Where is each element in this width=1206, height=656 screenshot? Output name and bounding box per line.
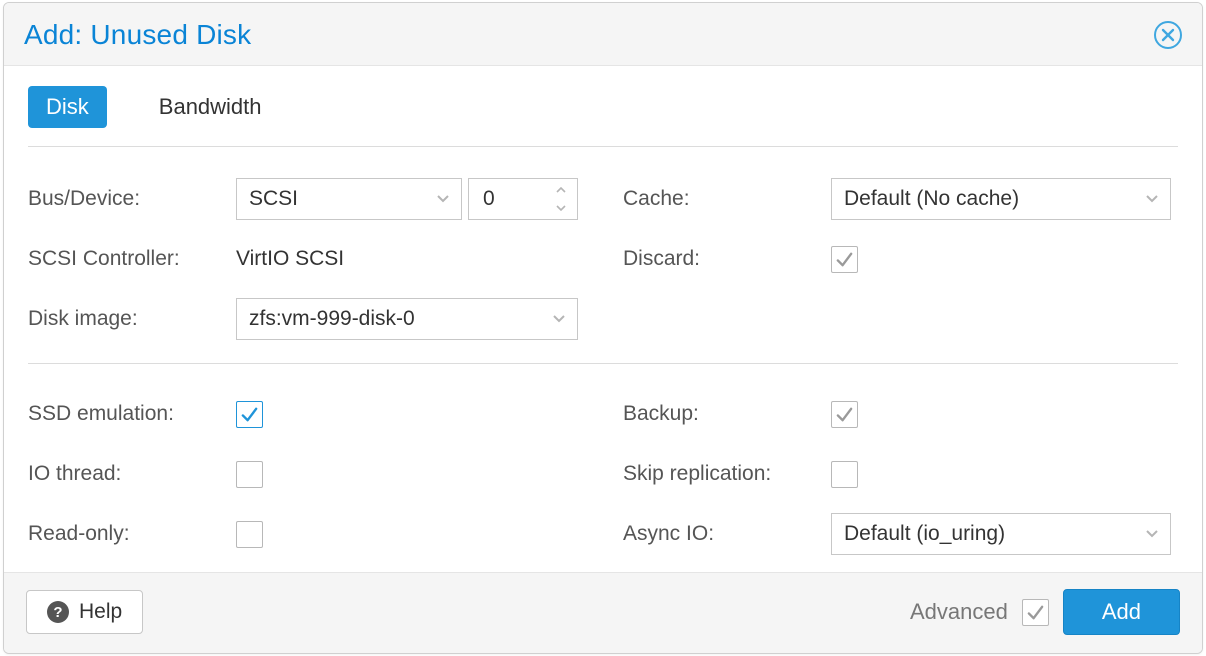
read-only-checkbox[interactable] xyxy=(236,521,263,548)
footer-right: Advanced Add xyxy=(910,589,1180,635)
row-scsi-controller: SCSI Controller: VirtIO SCSI xyxy=(28,229,583,289)
label-io-thread: IO thread: xyxy=(28,462,236,486)
disk-image-select[interactable]: zfs:vm-999-disk-0 xyxy=(236,298,578,340)
ssd-emulation-checkbox[interactable] xyxy=(236,401,263,428)
check-icon xyxy=(1026,603,1045,622)
label-async-io: Async IO: xyxy=(623,522,831,546)
chevron-down-icon xyxy=(425,179,461,219)
cache-select[interactable]: Default (No cache) xyxy=(831,178,1171,220)
dialog-title: Add: Unused Disk xyxy=(24,19,251,51)
scsi-controller-value: VirtIO SCSI xyxy=(236,238,536,280)
advanced-checkbox[interactable] xyxy=(1022,599,1049,626)
row-read-only: Read-only: xyxy=(28,504,583,564)
section-divider xyxy=(28,363,1178,364)
chevron-down-icon xyxy=(541,299,577,339)
row-bus-device: Bus/Device: SCSI 0 xyxy=(28,169,583,229)
dialog-footer: ? Help Advanced Add xyxy=(4,572,1202,653)
row-cache: Cache: Default (No cache) xyxy=(623,169,1178,229)
row-backup: Backup: xyxy=(623,384,1178,444)
help-label: Help xyxy=(79,600,122,624)
label-scsi-controller: SCSI Controller: xyxy=(28,247,236,271)
device-number-input[interactable]: 0 xyxy=(468,178,578,220)
io-thread-checkbox[interactable] xyxy=(236,461,263,488)
async-io-select[interactable]: Default (io_uring) xyxy=(831,513,1171,555)
check-icon xyxy=(835,405,854,424)
spinner-up-button[interactable] xyxy=(556,181,566,199)
row-async-io: Async IO: Default (io_uring) xyxy=(623,504,1178,564)
async-io-value: Default (io_uring) xyxy=(844,522,1005,546)
bus-select[interactable]: SCSI xyxy=(236,178,462,220)
check-icon xyxy=(835,250,854,269)
row-discard: Discard: xyxy=(623,229,1178,289)
advanced-label: Advanced xyxy=(910,599,1008,625)
label-discard: Discard: xyxy=(623,247,831,271)
device-number-value: 0 xyxy=(483,187,495,211)
chevron-down-icon xyxy=(1134,179,1170,219)
row-ssd-emulation: SSD emulation: xyxy=(28,384,583,444)
label-backup: Backup: xyxy=(623,402,831,426)
label-disk-image: Disk image: xyxy=(28,307,236,331)
label-bus-device: Bus/Device: xyxy=(28,187,236,211)
form-grid: Bus/Device: SCSI 0 xyxy=(28,169,1178,564)
row-io-thread: IO thread: xyxy=(28,444,583,504)
discard-checkbox[interactable] xyxy=(831,246,858,273)
help-icon: ? xyxy=(47,601,69,623)
chevron-down-icon xyxy=(1134,514,1170,554)
label-cache: Cache: xyxy=(623,187,831,211)
help-button[interactable]: ? Help xyxy=(26,590,143,634)
add-button[interactable]: Add xyxy=(1063,589,1180,635)
tabs: Disk Bandwidth xyxy=(28,86,1178,147)
skip-replication-checkbox[interactable] xyxy=(831,461,858,488)
row-empty xyxy=(623,289,1178,349)
row-disk-image: Disk image: zfs:vm-999-disk-0 xyxy=(28,289,583,349)
bus-select-value: SCSI xyxy=(249,187,298,211)
disk-image-value: zfs:vm-999-disk-0 xyxy=(249,307,415,331)
label-ssd-emulation: SSD emulation: xyxy=(28,402,236,426)
close-icon xyxy=(1160,27,1176,43)
label-read-only: Read-only: xyxy=(28,522,236,546)
scsi-controller-text: VirtIO SCSI xyxy=(236,247,344,271)
close-button[interactable] xyxy=(1154,21,1182,49)
label-skip-replication: Skip replication: xyxy=(623,462,831,486)
cache-select-value: Default (No cache) xyxy=(844,187,1019,211)
dialog-window: Add: Unused Disk Disk Bandwidth Bus/Devi… xyxy=(3,2,1203,654)
row-skip-replication: Skip replication: xyxy=(623,444,1178,504)
dialog-body: Disk Bandwidth Bus/Device: SCSI 0 xyxy=(4,66,1202,572)
tab-disk[interactable]: Disk xyxy=(28,86,107,128)
titlebar: Add: Unused Disk xyxy=(4,3,1202,66)
spinner-down-button[interactable] xyxy=(556,199,566,217)
tab-bandwidth[interactable]: Bandwidth xyxy=(141,86,280,128)
backup-checkbox[interactable] xyxy=(831,401,858,428)
check-icon xyxy=(240,405,259,424)
